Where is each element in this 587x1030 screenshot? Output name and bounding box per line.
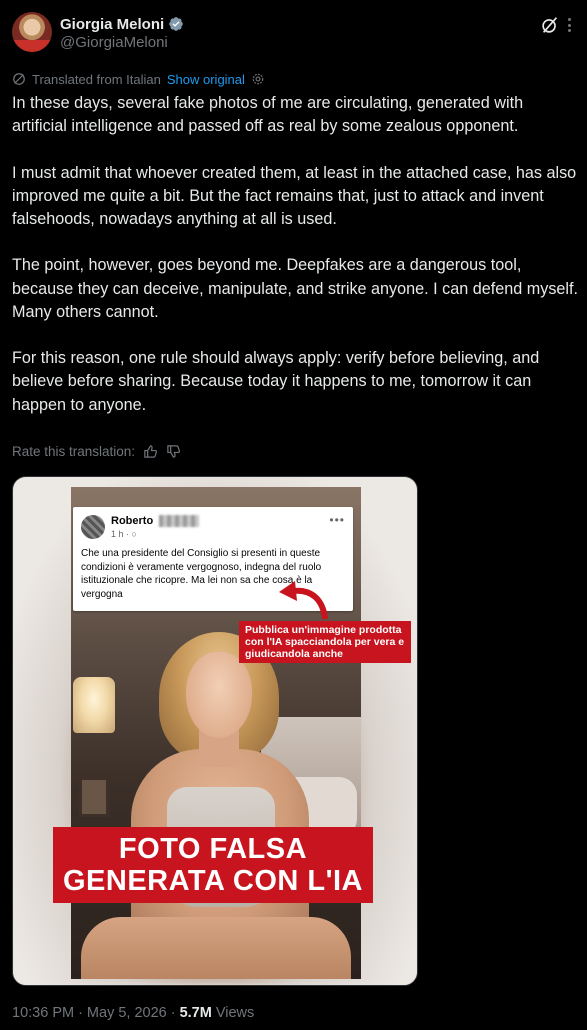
post-paragraph: For this reason, one rule should always … [12,349,540,414]
fb-name-redaction [159,515,199,527]
face [186,652,252,738]
post-paragraph: I must admit that whoever created them, … [12,163,577,228]
post-date[interactable]: May 5, 2026 [87,1005,167,1021]
callout-caption: Pubblica un'immagine prodotta con l'IA s… [239,621,411,663]
meta-separator: · [170,1005,176,1021]
post-paragraph: In these days, several fake photos of me… [12,94,524,136]
rate-label: Rate this translation: [12,443,136,459]
callout-arrow-icon [279,581,328,620]
picture-frame [79,777,109,817]
verified-badge-icon [169,17,184,31]
post-paragraph: The point, however, goes beyond me. Deep… [12,256,579,321]
views-count[interactable]: 5.7M [180,1005,212,1021]
fb-more-icon: ••• [329,513,345,527]
views-label: Views [215,1005,255,1021]
grok-icon[interactable] [539,14,561,36]
thumbs-up-icon[interactable] [143,444,158,459]
gear-icon[interactable] [251,72,265,86]
fb-author-name: Roberto [111,515,154,527]
post-image[interactable]: Roberto 1 h · ○ ••• Che una presidente d… [12,476,418,986]
author-name-row: Giorgia Meloni [60,14,184,34]
post-meta: 10:36 PM · May 5, 2026 · 5.7M Views [12,1004,254,1022]
translation-notice: Translated from Italian Show original [12,70,265,88]
post-header: Giorgia Meloni @GiorgiaMeloni [12,12,575,56]
lamp [73,677,115,733]
post-text: In these days, several fake photos of me… [12,92,578,417]
post-time[interactable]: 10:36 PM [12,1005,74,1021]
rate-translation: Rate this translation: [12,442,181,460]
meta-separator: · [78,1005,83,1021]
fake-photo-banner: FOTO FALSA GENERATA CON L'IA [53,827,373,903]
author-display-name[interactable]: Giorgia Meloni [60,16,164,33]
fb-avatar [81,515,105,539]
thumbs-down-icon[interactable] [166,444,181,459]
more-options-icon[interactable] [563,18,575,32]
translated-label: Translated from Italian [32,71,161,87]
translate-icon [13,73,25,85]
banner-line-2: GENERATA CON L'IA [62,865,363,897]
fb-time: 1 h · ○ [111,529,137,539]
show-original-link[interactable]: Show original [167,72,245,87]
author-handle[interactable]: @GiorgiaMeloni [60,34,168,51]
banner-line-1: FOTO FALSA [118,833,308,865]
avatar[interactable] [12,12,52,52]
legs [81,917,351,979]
